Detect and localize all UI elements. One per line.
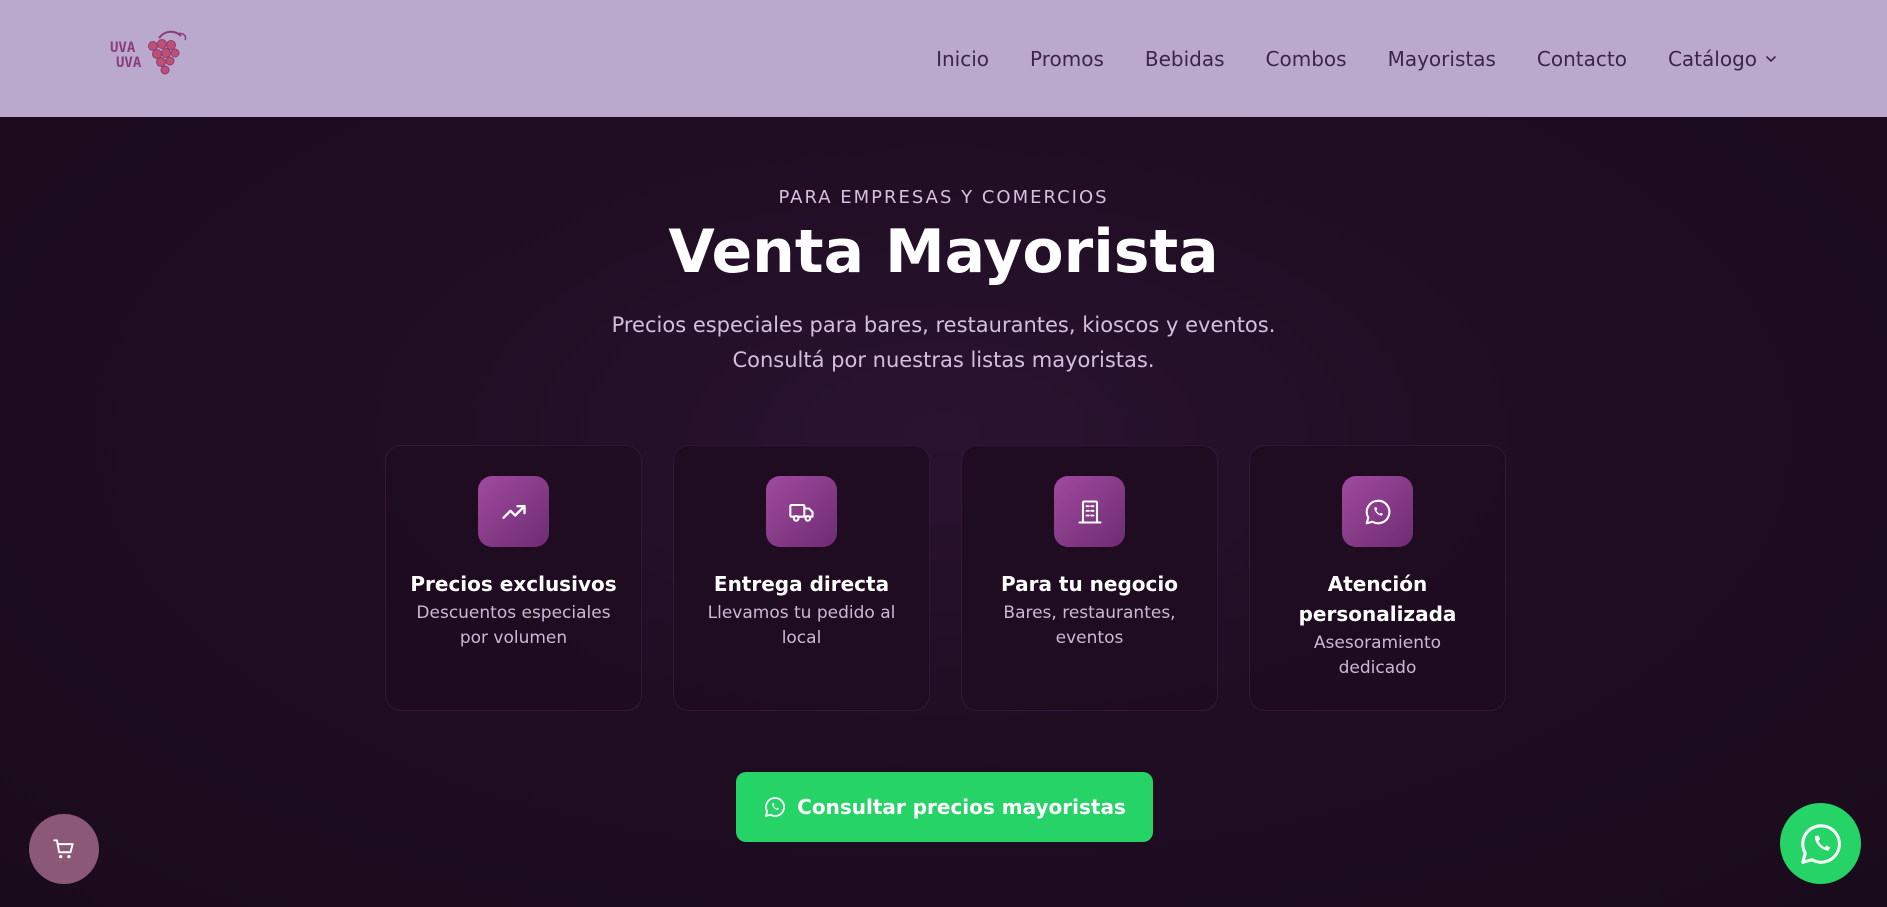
nav-item-label: Catálogo (1667, 46, 1757, 71)
trending-up-icon (478, 476, 549, 547)
main-nav: Inicio Promos Bebidas Combos Mayoristas … (936, 0, 1777, 117)
chevron-down-icon (1766, 55, 1776, 62)
nav-item-bebidas[interactable]: Bebidas (1145, 47, 1225, 71)
whatsapp-icon (1342, 476, 1413, 547)
wholesale-hero-section: PARA EMPRESAS Y COMERCIOS Venta Mayorist… (0, 117, 1887, 907)
cta-label: Consultar precios mayoristas (797, 795, 1126, 819)
feature-description: Bares, restaurantes, eventos (1003, 603, 1176, 648)
feature-card: Atención personalizada Asesoramiento ded… (1249, 445, 1506, 711)
feature-title: Precios exclusivos (410, 572, 617, 596)
feature-title: Entrega directa (713, 572, 890, 596)
nav-item-label: Mayoristas (1387, 46, 1496, 71)
nav-item-promos[interactable]: Promos (1030, 47, 1104, 71)
logo[interactable]: UVA UVA (110, 26, 210, 86)
nav-item-inicio[interactable]: Inicio (936, 47, 989, 71)
logo-text-line1: UVA (110, 40, 136, 56)
feature-card: Para tu negocio Bares, restaurantes, eve… (961, 445, 1218, 711)
logo-text-line2: UVA (116, 55, 142, 71)
navbar: UVA UVA Inicio Promos Bebidas Combos May… (0, 0, 1887, 117)
nav-item-catalogo[interactable]: Catálogo (1668, 47, 1777, 71)
subtitle-line2: Consultá por nuestras listas mayoristas. (732, 348, 1155, 372)
building-icon (1054, 476, 1125, 547)
nav-item-label: Contacto (1536, 46, 1627, 71)
feature-title: Para tu negocio (1000, 572, 1178, 596)
nav-item-label: Inicio (936, 46, 989, 71)
page-title: Venta Mayorista (668, 217, 1219, 287)
nav-item-label: Promos (1030, 46, 1104, 71)
whatsapp-icon (765, 797, 786, 817)
feature-cards: Precios exclusivos Descuentos especiales… (385, 445, 1506, 711)
nav-item-mayoristas[interactable]: Mayoristas (1388, 47, 1496, 71)
nav-item-combos[interactable]: Combos (1266, 47, 1347, 71)
nav-item-label: Bebidas (1144, 46, 1225, 71)
consult-wholesale-prices-button[interactable]: Consultar precios mayoristas (736, 772, 1153, 842)
cart-icon (53, 839, 74, 859)
floating-cart-button[interactable] (29, 814, 99, 884)
truck-icon (766, 476, 837, 547)
whatsapp-icon (1800, 823, 1841, 864)
nav-item-contacto[interactable]: Contacto (1537, 47, 1627, 71)
page-subtitle: Precios especiales para bares, restauran… (0, 308, 1887, 378)
feature-title: Atención personalizada (1298, 572, 1457, 626)
logo-wordmark: UVA UVA (110, 41, 141, 71)
feature-description: Descuentos especiales por volumen (416, 603, 611, 648)
section-eyebrow: PARA EMPRESAS Y COMERCIOS (778, 187, 1109, 208)
grape-logo-icon (148, 30, 187, 75)
nav-item-label: Combos (1265, 46, 1347, 71)
floating-whatsapp-button[interactable] (1780, 803, 1861, 884)
feature-card: Precios exclusivos Descuentos especiales… (385, 445, 642, 711)
subtitle-line1: Precios especiales para bares, restauran… (611, 313, 1276, 337)
feature-card: Entrega directa Llevamos tu pedido al lo… (673, 445, 930, 711)
feature-description: Asesoramiento dedicado (1313, 633, 1442, 678)
feature-description: Llevamos tu pedido al local (707, 603, 896, 648)
